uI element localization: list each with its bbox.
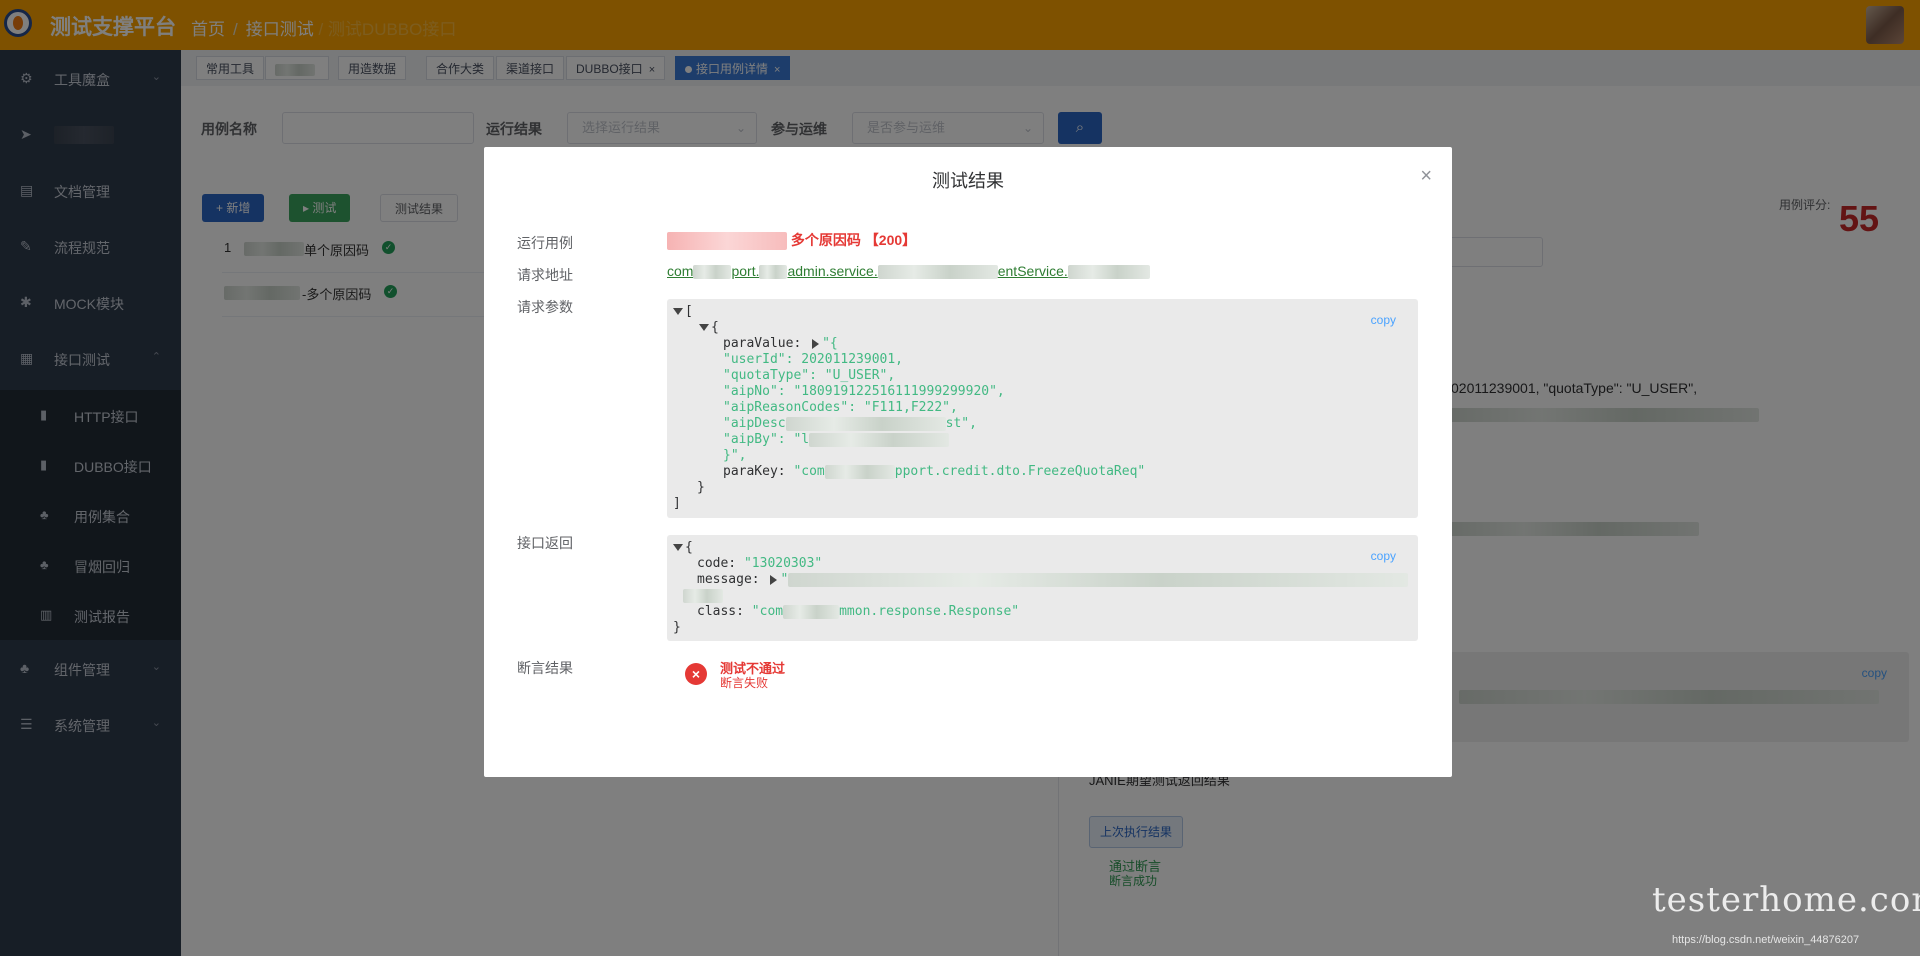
test-result-dialog: 测试结果 × 运行用例 多个原因码 【200】 请求地址 com port. adm… [484, 147, 1452, 777]
code-string: "quotaType": "U_USER", [723, 368, 896, 383]
code-key: paraValue: [723, 336, 810, 351]
code-string: "13020303" [743, 556, 823, 571]
request-params-code: copy [ { paraValue: "{ "userId": 2020112… [667, 299, 1418, 518]
response-code: copy { code: "13020303" message: " class… [667, 535, 1418, 641]
request-url-label: 请求地址 [517, 267, 573, 283]
run-case-value: 多个原因码 【200】 [667, 230, 917, 251]
url-part: admin.service. [787, 263, 878, 279]
code-string: mmon.response.Response" [839, 604, 1020, 619]
collapse-icon[interactable] [699, 324, 709, 331]
code-text: { [711, 320, 719, 335]
code-string: pport.credit.dto.FreezeQuotaReq" [894, 464, 1146, 479]
run-case-text: 多个原因码 【200】 [790, 232, 917, 248]
watermark-logo: testerhome.com [1652, 880, 1920, 920]
collapse-icon[interactable] [673, 544, 683, 551]
collapse-icon[interactable] [673, 308, 683, 315]
code-text: } [673, 620, 681, 635]
code-string: }", [723, 448, 747, 463]
error-icon: × [685, 663, 707, 685]
code-text: { [685, 540, 693, 555]
url-part: port. [731, 263, 760, 279]
code-string: "aipDesc [723, 416, 786, 431]
code-key: message: [697, 572, 768, 587]
code-string: "{ [822, 336, 838, 351]
code-string: "aipBy": "l [723, 432, 810, 447]
code-key: paraKey: [723, 464, 794, 479]
copy-button[interactable]: copy [1371, 313, 1396, 327]
code-string: "userId": 202011239001, [723, 352, 904, 367]
close-icon[interactable]: × [1420, 165, 1432, 188]
assert-label: 断言结果 [517, 660, 573, 676]
code-string: "aipReasonCodes": "F111,F222", [723, 400, 958, 415]
request-params-label: 请求参数 [517, 299, 573, 315]
code-key: class: [697, 604, 752, 619]
url-part: com [667, 263, 694, 279]
code-key: code: [697, 556, 744, 571]
code-string: " [780, 572, 789, 587]
run-case-label: 运行用例 [517, 235, 573, 251]
assert-subtitle: 断言失败 [720, 676, 769, 690]
expand-icon[interactable] [812, 338, 820, 349]
code-string: "com [793, 464, 825, 479]
watermark-url: https://blog.csdn.net/weixin_44876207 [1672, 934, 1860, 946]
copy-button[interactable]: copy [1371, 549, 1396, 563]
code-text: ] [673, 496, 681, 511]
response-label: 接口返回 [517, 535, 573, 551]
url-part: entService. [997, 263, 1068, 279]
code-string: "com [751, 604, 784, 619]
code-text: } [697, 480, 705, 495]
dialog-title: 测试结果 [932, 171, 1004, 191]
code-string: st", [945, 416, 977, 431]
code-text: [ [685, 304, 693, 319]
expand-icon[interactable] [770, 574, 778, 585]
code-string: "aipNo": "180919122516111999299920", [723, 384, 1005, 399]
request-url[interactable]: com port. admin.service. entService. [667, 263, 1150, 280]
